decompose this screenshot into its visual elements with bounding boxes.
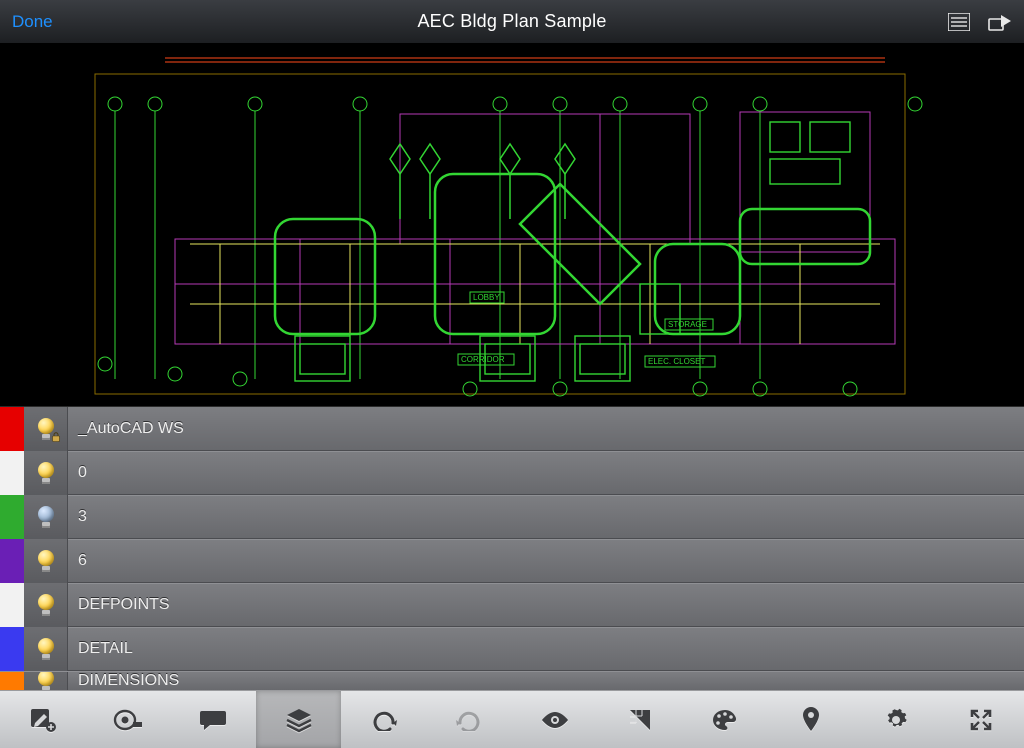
layer-name-label[interactable]: 6 (68, 552, 1024, 570)
layer-row[interactable]: DIMENSIONS (0, 671, 1024, 690)
text-tool-button[interactable] (171, 691, 256, 748)
lightbulb-icon (37, 550, 55, 572)
layer-row[interactable]: 0 (0, 451, 1024, 495)
layers-icon (285, 707, 313, 733)
layer-name-label[interactable]: DIMENSIONS (68, 672, 1024, 690)
lightbulb-icon (37, 638, 55, 660)
layer-row[interactable]: DEFPOINTS (0, 583, 1024, 627)
cad-drawing: LOBBY CORRIDOR STORAGE ELEC. CLOSET (0, 44, 1024, 406)
expand-icon (969, 708, 993, 732)
canvas-label-storage: STORAGE (668, 320, 707, 329)
map-pin-icon (801, 707, 821, 733)
layer-visibility-toggle[interactable] (24, 583, 68, 627)
layer-name-label[interactable]: _AutoCAD WS (68, 420, 1024, 438)
layer-row[interactable]: 3 (0, 495, 1024, 539)
layers-panel[interactable]: _AutoCAD WS 0 3 6 DEFPOINTS (0, 406, 1024, 690)
lightbulb-icon (37, 594, 55, 616)
speech-bubble-icon (199, 708, 227, 732)
gear-icon (883, 707, 909, 733)
layer-color-swatch (0, 495, 24, 539)
layer-name-label[interactable]: DEFPOINTS (68, 596, 1024, 614)
layer-visibility-toggle[interactable] (24, 671, 68, 690)
layer-name-label[interactable]: 3 (68, 508, 1024, 526)
undo-icon (371, 709, 397, 731)
layer-row[interactable]: DETAIL (0, 627, 1024, 671)
layer-visibility-toggle[interactable] (24, 407, 68, 451)
canvas-label-lobby: LOBBY (473, 293, 500, 302)
draw-tool-button[interactable] (0, 691, 85, 748)
topbar-right-group (948, 13, 1012, 31)
layers-tool-button[interactable] (256, 691, 341, 748)
topbar: Done AEC Bldg Plan Sample (0, 0, 1024, 44)
redo-button[interactable] (427, 691, 512, 748)
snap-tool-button[interactable] (597, 691, 682, 748)
color-tool-button[interactable] (683, 691, 768, 748)
form-icon[interactable] (948, 13, 970, 31)
layer-name-label[interactable]: DETAIL (68, 640, 1024, 658)
lightbulb-icon (37, 462, 55, 484)
palette-icon (711, 708, 739, 732)
layer-visibility-toggle[interactable] (24, 451, 68, 495)
layer-color-swatch (0, 671, 24, 690)
bottom-toolbar (0, 690, 1024, 748)
layer-visibility-toggle[interactable] (24, 539, 68, 583)
settings-tool-button[interactable] (853, 691, 938, 748)
lightbulb-icon (37, 418, 55, 440)
layer-visibility-toggle[interactable] (24, 627, 68, 671)
redo-icon (456, 709, 482, 731)
drawing-canvas[interactable]: LOBBY CORRIDOR STORAGE ELEC. CLOSET (0, 44, 1024, 406)
grid-snap-icon (628, 708, 652, 732)
canvas-label-corridor: CORRIDOR (461, 355, 505, 364)
eye-icon (540, 710, 570, 730)
pencil-plus-icon (29, 707, 57, 733)
layer-color-swatch (0, 583, 24, 627)
tape-measure-icon (113, 708, 143, 732)
page-title: AEC Bldg Plan Sample (417, 11, 606, 32)
layer-color-swatch (0, 539, 24, 583)
layer-visibility-toggle[interactable] (24, 495, 68, 539)
fullscreen-button[interactable] (939, 691, 1024, 748)
done-button[interactable]: Done (12, 12, 53, 32)
layer-row[interactable]: 6 (0, 539, 1024, 583)
canvas-label-elec: ELEC. CLOSET (648, 357, 705, 366)
undo-button[interactable] (341, 691, 426, 748)
layer-color-swatch (0, 451, 24, 495)
lock-icon (51, 432, 61, 442)
lightbulb-icon (37, 671, 55, 690)
location-tool-button[interactable] (768, 691, 853, 748)
measure-tool-button[interactable] (85, 691, 170, 748)
layer-color-swatch (0, 627, 24, 671)
layer-color-swatch (0, 407, 24, 451)
share-icon[interactable] (988, 13, 1012, 31)
view-tool-button[interactable] (512, 691, 597, 748)
lightbulb-icon (37, 506, 55, 528)
layer-row[interactable]: _AutoCAD WS (0, 407, 1024, 451)
layer-name-label[interactable]: 0 (68, 464, 1024, 482)
